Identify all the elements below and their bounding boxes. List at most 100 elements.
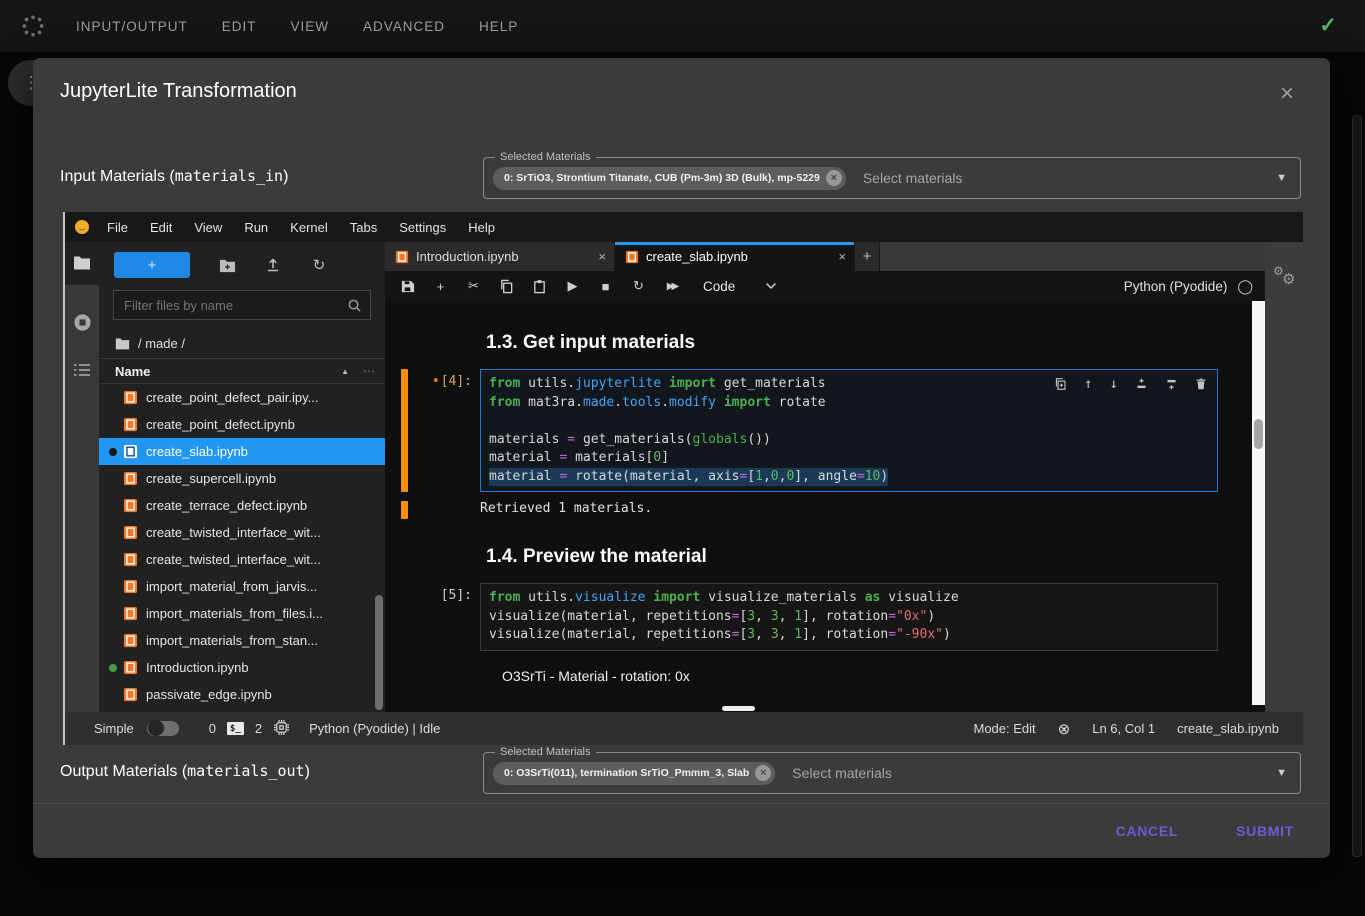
- notebook-toolbar: + ✂ ▶ ■ ↻ ▶▶ Code: [385, 271, 1265, 301]
- new-tab-button[interactable]: +: [855, 242, 880, 271]
- kernel-count[interactable]: 2: [255, 721, 262, 736]
- file-list-item[interactable]: create_slab.ipynb: [99, 438, 385, 465]
- file-list-item[interactable]: create_point_defect.ipynb: [99, 411, 385, 438]
- copy-cell-button[interactable]: [490, 274, 523, 298]
- refresh-file-list-button[interactable]: ↻: [296, 256, 342, 274]
- file-list-item[interactable]: import_material_from_jarvis...: [99, 573, 385, 600]
- kernel-name-button[interactable]: Python (Pyodide) ◯: [1124, 278, 1253, 295]
- file-list-scrollbar[interactable]: [375, 595, 383, 710]
- notifications-off-icon[interactable]: ⊗: [1058, 720, 1071, 738]
- paste-icon: [532, 279, 547, 294]
- app-menu-item[interactable]: EDIT: [222, 19, 257, 34]
- delete-cell-button[interactable]: [1195, 377, 1207, 391]
- page-scrollbar[interactable]: [1352, 115, 1362, 857]
- file-browser-tab[interactable]: [65, 242, 99, 285]
- file-list-item[interactable]: create_twisted_interface_wit...: [99, 546, 385, 573]
- file-list-item[interactable]: Introduction.ipynb: [99, 654, 385, 681]
- breadcrumb[interactable]: / made /: [99, 328, 385, 358]
- insert-cell-button[interactable]: +: [424, 274, 457, 298]
- cursor-position[interactable]: Ln 6, Col 1: [1092, 721, 1155, 736]
- tab-close-icon[interactable]: ×: [598, 249, 606, 264]
- submit-button[interactable]: SUBMIT: [1230, 822, 1300, 840]
- file-list-item[interactable]: create_point_defect_pair.ipy...: [99, 384, 385, 411]
- section-heading-1-4: 1.4. Preview the material: [486, 546, 1235, 568]
- notebook-tab[interactable]: Introduction.ipynb ×: [385, 242, 615, 271]
- notebook-horizontal-scrollbar[interactable]: [385, 705, 1252, 712]
- app-menu-item[interactable]: INPUT/OUTPUT: [76, 19, 188, 34]
- close-icon[interactable]: ×: [1280, 82, 1294, 106]
- filter-files-input[interactable]: [122, 297, 347, 314]
- running-kernels-tab[interactable]: [73, 313, 92, 335]
- insert-cell-above-button[interactable]: [1135, 377, 1148, 391]
- input-materials-select[interactable]: Selected Materials 0: SrTiO3, Strontium …: [483, 157, 1301, 199]
- table-of-contents-tab[interactable]: [73, 363, 91, 380]
- insert-cell-below-button[interactable]: [1165, 377, 1178, 391]
- file-name: import_materials_from_stan...: [146, 633, 318, 648]
- restart-run-all-button[interactable]: ▶▶: [655, 274, 691, 298]
- file-list-item[interactable]: passivate_edge.ipynb: [99, 681, 385, 708]
- app-menu-item[interactable]: HELP: [479, 19, 518, 34]
- cut-cell-button[interactable]: ✂: [457, 274, 490, 298]
- kernel-status-dot: [109, 475, 117, 483]
- notebook-vertical-scrollbar[interactable]: [1252, 301, 1265, 705]
- upload-button[interactable]: [250, 257, 296, 273]
- run-cell-button[interactable]: ▶: [556, 274, 589, 298]
- duplicate-cell-button[interactable]: [1054, 377, 1067, 391]
- output-material-chip[interactable]: 0: O3SrTi(011), termination SrTiO_Pmmm_3…: [493, 762, 775, 785]
- file-list-item[interactable]: import_materials_from_files.i...: [99, 600, 385, 627]
- breadcrumb-path[interactable]: / made /: [138, 336, 185, 351]
- terminal-count[interactable]: 0: [209, 721, 216, 736]
- jupyter-menu-item[interactable]: Settings: [388, 220, 457, 235]
- jupyter-menu-item[interactable]: Kernel: [279, 220, 339, 235]
- file-list-item[interactable]: create_supercell.ipynb: [99, 465, 385, 492]
- output-materials-select[interactable]: Selected Materials 0: O3SrTi(011), termi…: [483, 752, 1301, 794]
- name-column-header[interactable]: Name: [115, 364, 150, 379]
- input-material-chip[interactable]: 0: SrTiO3, Strontium Titanate, CUB (Pm-3…: [493, 167, 846, 190]
- move-cell-up-button[interactable]: ↑: [1084, 375, 1092, 394]
- file-name: import_material_from_jarvis...: [146, 579, 317, 594]
- app-menu-item[interactable]: VIEW: [291, 19, 330, 34]
- save-button[interactable]: [391, 274, 424, 298]
- terminal-icon[interactable]: $_: [227, 722, 244, 735]
- new-launcher-button[interactable]: +: [114, 252, 190, 278]
- saved-check-icon[interactable]: ✓: [1319, 13, 1337, 38]
- code-cell-4[interactable]: ↑ ↓: [480, 369, 1218, 492]
- settings-button[interactable]: ⚙ ⚙: [1273, 264, 1295, 286]
- cell-toolbar: ↑ ↓: [1054, 375, 1207, 394]
- section-heading-1-3: 1.3. Get input materials: [486, 332, 1235, 354]
- chip-delete-icon[interactable]: ×: [826, 170, 842, 186]
- tab-close-icon[interactable]: ×: [838, 249, 846, 264]
- file-list-item[interactable]: import_materials_from_stan...: [99, 627, 385, 654]
- paste-cell-button[interactable]: [523, 274, 556, 298]
- simple-mode-toggle[interactable]: [147, 721, 179, 736]
- code-cell-5[interactable]: from utils.visualize import visualize_ma…: [480, 583, 1218, 651]
- interrupt-kernel-button[interactable]: ■: [589, 274, 622, 298]
- file-name: create_point_defect.ipynb: [146, 417, 295, 432]
- notebook-tab[interactable]: create_slab.ipynb ×: [615, 242, 855, 271]
- jupyter-menu-item[interactable]: Edit: [139, 220, 183, 235]
- move-cell-down-button[interactable]: ↓: [1110, 375, 1118, 394]
- file-list-item[interactable]: create_terrace_defect.ipynb: [99, 492, 385, 519]
- kernel-chip-button[interactable]: [273, 719, 290, 739]
- cell-4-output: Retrieved 1 materials.: [480, 501, 652, 519]
- file-list-header[interactable]: Name ▲ ⋯: [99, 358, 385, 384]
- app-menu-item[interactable]: ADVANCED: [363, 19, 445, 34]
- scrollbar-thumb[interactable]: [722, 706, 755, 711]
- new-folder-button[interactable]: [204, 258, 250, 273]
- cancel-button[interactable]: CANCEL: [1110, 822, 1185, 840]
- restart-kernel-button[interactable]: ↻: [622, 274, 655, 298]
- jupyter-menu-item[interactable]: Run: [233, 220, 279, 235]
- jupyter-menu-item[interactable]: View: [183, 220, 233, 235]
- file-list-item[interactable]: create_twisted_interface_wit...: [99, 519, 385, 546]
- jupyter-menu-item[interactable]: File: [96, 220, 139, 235]
- mode-indicator[interactable]: Mode: Edit: [973, 721, 1035, 736]
- chip-delete-icon[interactable]: ×: [755, 765, 771, 781]
- kernel-status-text[interactable]: Python (Pyodide) | Idle: [309, 721, 440, 736]
- scrollbar-thumb[interactable]: [1254, 419, 1263, 449]
- cell-5-prompt: [5]:: [401, 583, 480, 651]
- jupyter-menu-item[interactable]: Help: [457, 220, 506, 235]
- cell-4-output-row: Retrieved 1 materials.: [401, 501, 1235, 519]
- cell-5-gutter: [5]:: [401, 583, 480, 651]
- jupyter-menu-item[interactable]: Tabs: [339, 220, 388, 235]
- cell-type-dropdown[interactable]: Code: [703, 279, 777, 294]
